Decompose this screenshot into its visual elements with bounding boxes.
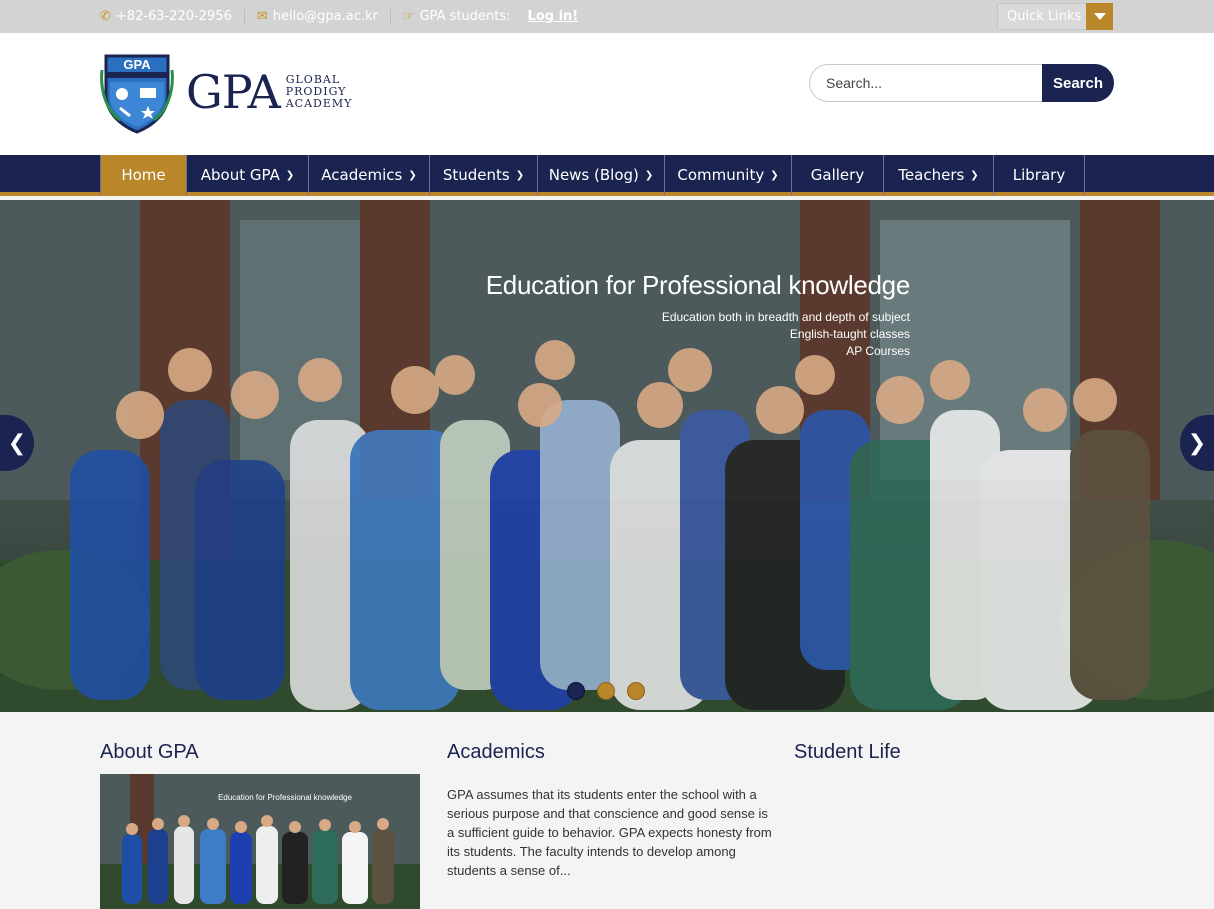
chevron-down-icon: ❯: [970, 169, 979, 181]
thumb-caption: Education for Professional knowledge: [218, 793, 352, 802]
academics-excerpt: GPA assumes that its students enter the …: [447, 787, 772, 878]
about-heading[interactable]: About GPA: [100, 741, 199, 764]
nav-label: Library: [1012, 166, 1066, 184]
student-life-section: Student Life: [794, 741, 901, 764]
quick-links-label: Quick Links: [1007, 9, 1082, 24]
slide-line: AP Courses: [846, 344, 910, 358]
slide-line: English-taught classes: [789, 327, 910, 341]
nav-label: Home: [121, 166, 166, 184]
about-section: About GPA: [100, 741, 199, 764]
main-nav: Home About GPA ❯ Academics ❯ Students ❯ New…: [0, 155, 1214, 196]
pointing-hand-icon: ☞: [402, 9, 415, 24]
search-button[interactable]: Search: [1042, 64, 1114, 102]
chevron-down-icon: ❯: [770, 169, 779, 181]
slide-dot-2[interactable]: [597, 682, 615, 700]
divider: [243, 8, 245, 25]
chevron-down-icon: ❯: [644, 169, 654, 181]
slider-pagination: [567, 682, 645, 700]
slide-dot-3[interactable]: [627, 682, 645, 700]
crest-text: GPA: [123, 57, 151, 72]
logo-sub-line: ACADEMY: [285, 97, 353, 110]
nav-item-home[interactable]: Home: [100, 155, 186, 195]
slide-line: Education both in breadth and depth of s…: [661, 310, 910, 324]
slide-caption: Education for Professional knowledge Edu…: [485, 270, 911, 360]
search-form: Search: [809, 64, 1114, 102]
nav-label: Teachers: [898, 166, 965, 184]
quick-links-dropdown[interactable]: Quick Links: [997, 3, 1113, 30]
students-login: ☞ GPA students: Log in!: [403, 9, 578, 24]
chevron-right-icon: ❯: [1187, 430, 1207, 456]
nav-label: Gallery: [810, 166, 865, 184]
nav-item-about[interactable]: About GPA ❯: [186, 155, 308, 195]
nav-label: About GPA: [200, 166, 280, 184]
about-photo: Education for Professional knowledge: [100, 774, 420, 909]
caret-down-icon: [1093, 13, 1106, 20]
slide-subtitle: Education both in breadth and depth of s…: [486, 309, 910, 360]
hero-slider: Education for Professional knowledge Edu…: [0, 200, 1214, 712]
email-address: hello@gpa.ac.kr: [272, 9, 378, 24]
nav-item-community[interactable]: Community ❯: [664, 155, 791, 195]
email-contact[interactable]: ✉ hello@gpa.ac.kr: [257, 9, 378, 24]
top-bar: ✆ +82-63-220-2956 ✉ hello@gpa.ac.kr ☞ GP…: [0, 0, 1214, 33]
nav-item-academics[interactable]: Academics ❯: [308, 155, 429, 195]
nav-item-news[interactable]: News (Blog) ❯: [537, 155, 664, 195]
about-thumbnail[interactable]: Education for Professional knowledge: [100, 774, 420, 909]
chevron-down-icon: ❯: [515, 169, 525, 181]
nav-item-library[interactable]: Library: [993, 155, 1085, 195]
students-label: GPA students:: [419, 9, 511, 24]
search-input[interactable]: [809, 64, 1042, 102]
chevron-down-icon: ❯: [408, 169, 417, 181]
nav-item-teachers[interactable]: Teachers ❯: [883, 155, 993, 195]
logo-wordmark: GPA: [186, 65, 281, 119]
academics-section: Academics: [447, 741, 545, 764]
nav-item-students[interactable]: Students ❯: [429, 155, 537, 195]
nav-item-gallery[interactable]: Gallery: [791, 155, 883, 195]
site-header: GPA GPA GLOBAL PRODIGY ACADEMY Search: [0, 33, 1214, 155]
logo-subtitle: GLOBAL PRODIGY ACADEMY: [286, 74, 353, 110]
chevron-down-icon: ❯: [285, 169, 295, 181]
phone-number: +82-63-220-2956: [115, 9, 232, 24]
phone-contact[interactable]: ✆ +82-63-220-2956: [100, 9, 232, 24]
nav-label: Community: [677, 166, 765, 184]
slide-title: Education for Professional knowledge: [485, 270, 911, 300]
nav-label: News (Blog): [548, 166, 639, 184]
slide-dot-1[interactable]: [567, 682, 585, 700]
divider: [389, 8, 391, 25]
student-life-heading[interactable]: Student Life: [794, 741, 901, 764]
nav-label: Academics: [321, 166, 403, 184]
phone-icon: ✆: [100, 9, 111, 24]
envelope-icon: ✉: [256, 9, 268, 24]
nav-label: Students: [442, 166, 510, 184]
login-link[interactable]: Log in!: [528, 9, 579, 24]
crest-icon: GPA: [100, 54, 174, 134]
academics-heading[interactable]: Academics: [447, 741, 545, 764]
chevron-left-icon: ❮: [7, 430, 27, 456]
site-logo[interactable]: GPA GPA GLOBAL PRODIGY ACADEMY: [100, 50, 352, 134]
quick-links-toggle[interactable]: [1086, 3, 1113, 30]
